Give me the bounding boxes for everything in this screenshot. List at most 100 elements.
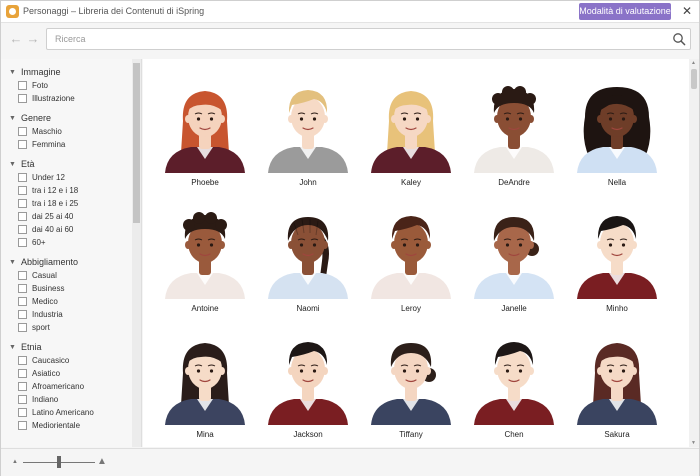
character-card[interactable]: Leroy	[363, 203, 459, 323]
character-card[interactable]: Kaley	[363, 77, 459, 197]
filter-checkbox[interactable]	[18, 297, 27, 306]
filter-option[interactable]: Femmina	[1, 138, 131, 151]
character-name: Tiffany	[399, 430, 423, 439]
zoom-in-icon[interactable]: ▲	[97, 456, 107, 467]
filter-checkbox[interactable]	[18, 382, 27, 391]
chevron-down-icon[interactable]: ▼	[9, 259, 16, 266]
filter-checkbox[interactable]	[18, 127, 27, 136]
filter-option[interactable]: sport	[1, 321, 131, 334]
filter-checkbox[interactable]	[18, 81, 27, 90]
filter-option[interactable]: tra i 18 e i 25	[1, 197, 131, 210]
gallery-scrollbar-thumb[interactable]	[691, 69, 697, 89]
filter-checkbox[interactable]	[18, 284, 27, 293]
filter-checkbox[interactable]	[18, 369, 27, 378]
filter-option[interactable]: Illustrazione	[1, 92, 131, 105]
filter-option[interactable]: Under 12	[1, 171, 131, 184]
chevron-down-icon[interactable]: ▼	[9, 161, 16, 168]
filter-checkbox[interactable]	[18, 271, 27, 280]
search-icon[interactable]	[672, 32, 686, 46]
forward-arrow-icon[interactable]: →	[26, 32, 40, 46]
filter-group-label: Età	[21, 159, 35, 169]
filter-option-label: Industria	[32, 310, 63, 319]
back-arrow-icon[interactable]: ←	[9, 32, 23, 46]
filter-option[interactable]: Afroamericano	[1, 380, 131, 393]
filter-option[interactable]: Caucasico	[1, 354, 131, 367]
filter-option[interactable]: Casual	[1, 269, 131, 282]
filter-option-label: Indiano	[32, 395, 59, 404]
filter-option[interactable]: dai 25 ai 40	[1, 210, 131, 223]
filter-option-label: tra i 18 e i 25	[32, 199, 79, 208]
character-card[interactable]: Minho	[569, 203, 665, 323]
character-name: Antoine	[191, 304, 219, 313]
character-card[interactable]: Janelle	[466, 203, 562, 323]
gallery-scrollbar[interactable]: ▲ ▼	[689, 59, 699, 447]
character-name: John	[299, 178, 317, 187]
character-card[interactable]: Naomi	[260, 203, 356, 323]
filter-option[interactable]: Medico	[1, 295, 131, 308]
chevron-down-icon[interactable]: ▼	[9, 115, 16, 122]
filter-checkbox[interactable]	[18, 94, 27, 103]
filter-option-label: dai 40 ai 60	[32, 225, 74, 234]
filter-option[interactable]: tra i 12 e i 18	[1, 184, 131, 197]
filter-option-label: Business	[32, 284, 65, 293]
window-title: Personaggi – Libreria dei Contenuti di i…	[23, 6, 205, 16]
character-card[interactable]: John	[260, 77, 356, 197]
filter-checkbox[interactable]	[18, 356, 27, 365]
filter-checkbox[interactable]	[18, 238, 27, 247]
filter-option[interactable]: Latino Americano	[1, 406, 131, 419]
character-card[interactable]: Mina	[157, 329, 253, 447]
filter-option[interactable]: 60+	[1, 236, 131, 249]
title-bar: Personaggi – Libreria dei Contenuti di i…	[1, 1, 699, 23]
status-bar: ▲ ▲	[1, 448, 699, 476]
character-card[interactable]: DeAndre	[466, 77, 562, 197]
filter-option[interactable]: Mediorientale	[1, 419, 131, 432]
character-card[interactable]: Tiffany	[363, 329, 459, 447]
filter-option[interactable]: Maschio	[1, 125, 131, 138]
filter-checkbox[interactable]	[18, 212, 27, 221]
character-card[interactable]: Phoebe	[157, 77, 253, 197]
scroll-down-icon[interactable]: ▼	[691, 440, 696, 446]
filter-checkbox[interactable]	[18, 395, 27, 404]
filter-option[interactable]: Industria	[1, 308, 131, 321]
filter-option[interactable]: Foto	[1, 79, 131, 92]
zoom-out-icon[interactable]: ▲	[12, 459, 18, 465]
filter-checkbox[interactable]	[18, 225, 27, 234]
filter-checkbox[interactable]	[18, 186, 27, 195]
filter-option-label: Caucasico	[32, 356, 70, 365]
chevron-down-icon[interactable]: ▼	[9, 69, 16, 76]
search-input[interactable]	[55, 32, 655, 46]
filter-checkbox[interactable]	[18, 173, 27, 182]
character-card[interactable]: Chen	[466, 329, 562, 447]
filter-option[interactable]: dai 40 ai 60	[1, 223, 131, 236]
filter-option-label: Medico	[32, 297, 58, 306]
character-card[interactable]: Jackson	[260, 329, 356, 447]
character-name: Leroy	[400, 304, 421, 313]
filter-group-header[interactable]: ▼ Etnia	[1, 341, 131, 354]
filter-group-header[interactable]: ▼ Abbigliamento	[1, 256, 131, 269]
filter-checkbox[interactable]	[18, 323, 27, 332]
assessment-mode-button[interactable]: Modalità di valutazione	[579, 3, 671, 20]
filter-checkbox[interactable]	[18, 310, 27, 319]
character-card[interactable]: Antoine	[157, 203, 253, 323]
character-card[interactable]: Nella	[569, 77, 665, 197]
filter-option[interactable]: Indiano	[1, 393, 131, 406]
sidebar-scrollbar-thumb[interactable]	[133, 63, 140, 223]
filter-checkbox[interactable]	[18, 408, 27, 417]
chevron-down-icon[interactable]: ▼	[9, 344, 16, 351]
sidebar-scrollbar[interactable]	[132, 59, 141, 447]
filter-group-header[interactable]: ▼ Immagine	[1, 66, 131, 79]
close-icon[interactable]: ✕	[679, 3, 695, 19]
zoom-slider-handle[interactable]	[57, 456, 61, 468]
filter-option[interactable]: Asiatico	[1, 367, 131, 380]
scroll-up-icon[interactable]: ▲	[691, 60, 696, 66]
character-name: Sakura	[604, 430, 630, 439]
filter-group-header[interactable]: ▼ Età	[1, 158, 131, 171]
filter-checkbox[interactable]	[18, 199, 27, 208]
filter-option[interactable]: Business	[1, 282, 131, 295]
filter-checkbox[interactable]	[18, 421, 27, 430]
character-name: Phoebe	[191, 178, 219, 187]
filter-group-header[interactable]: ▼ Genere	[1, 112, 131, 125]
filter-checkbox[interactable]	[18, 140, 27, 149]
filter-option-label: Latino Americano	[32, 408, 94, 417]
character-card[interactable]: Sakura	[569, 329, 665, 447]
